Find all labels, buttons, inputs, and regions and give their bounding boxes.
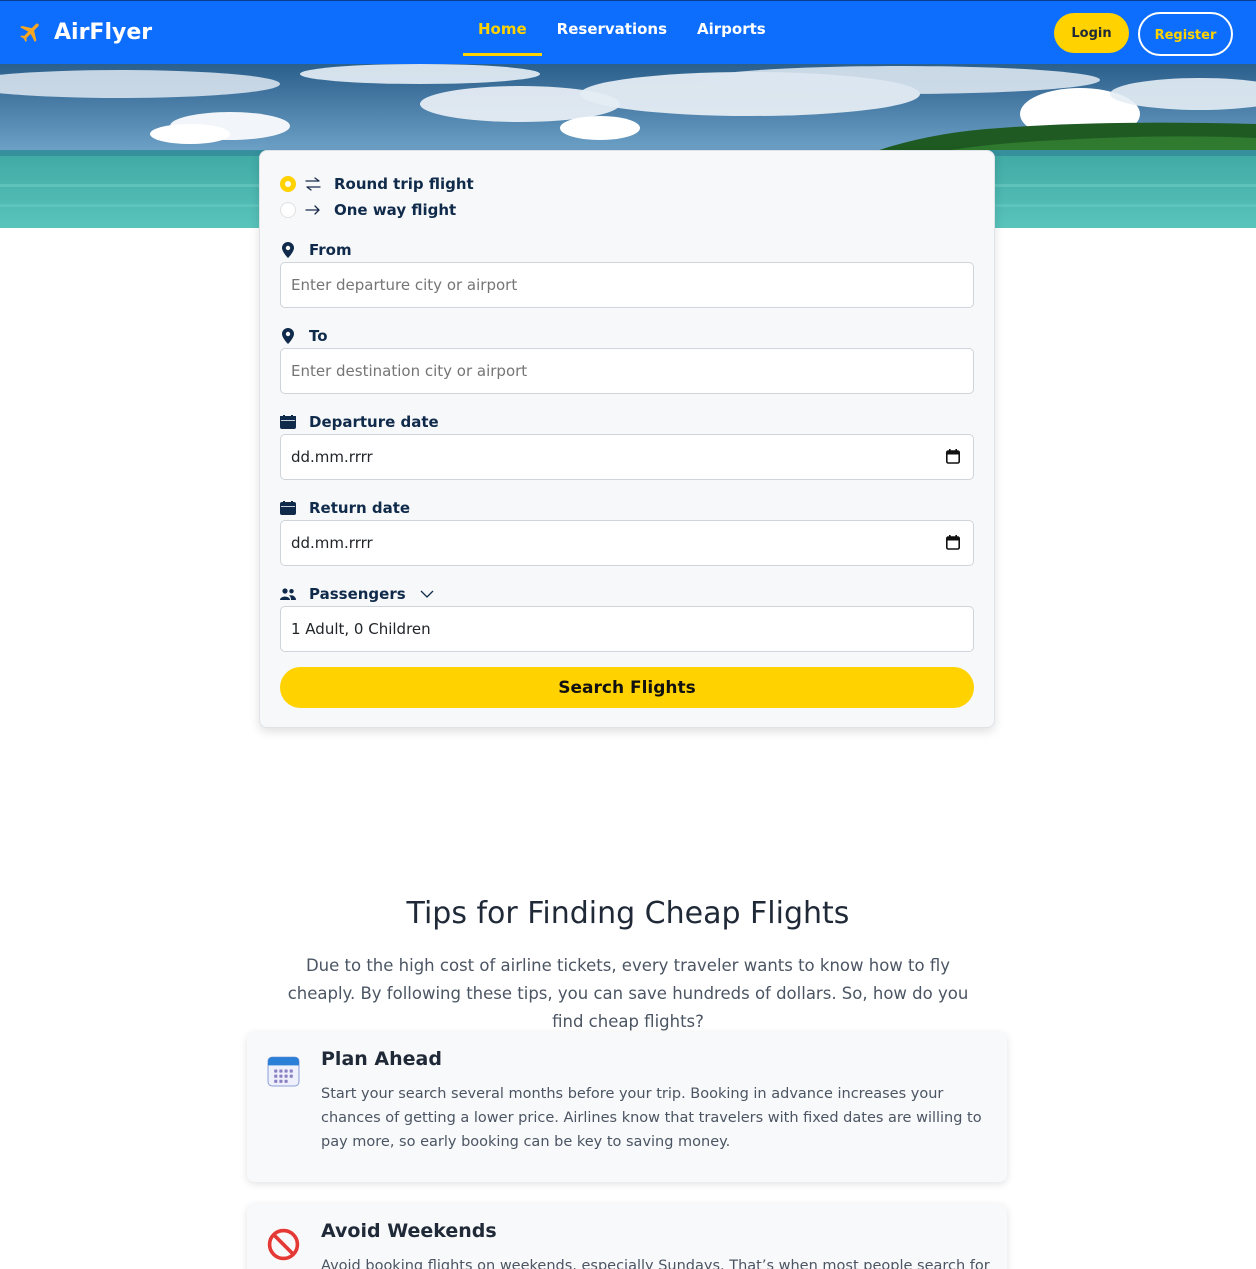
round-trip-radio[interactable]: [280, 176, 296, 192]
to-label: To: [280, 327, 328, 345]
search-flights-button[interactable]: Search Flights: [280, 667, 974, 708]
map-pin-icon: [280, 328, 296, 344]
arrow-right-icon: [305, 205, 320, 215]
departure-date-label-text: Departure date: [309, 413, 439, 431]
from-input[interactable]: [280, 262, 974, 308]
chevron-down-icon: [420, 590, 434, 598]
register-button[interactable]: Register: [1138, 12, 1233, 56]
calendar-icon: [280, 414, 296, 430]
prohibited-icon: [267, 1228, 300, 1261]
to-label-text: To: [309, 327, 328, 345]
map-pin-icon: [280, 242, 296, 258]
nav-reservations-label: Reservations: [556, 20, 668, 38]
navbar: AirFlyer Home Reservations Airports Logi…: [0, 0, 1256, 64]
round-trip-label: Round trip flight: [334, 175, 474, 193]
passengers-input[interactable]: 1 Adult, 0 Children: [280, 606, 974, 652]
brand-logo[interactable]: AirFlyer: [18, 19, 152, 45]
from-label: From: [280, 241, 352, 259]
one-way-radio[interactable]: [280, 202, 296, 218]
users-icon: [280, 586, 296, 602]
airplane-icon: [20, 23, 39, 42]
nav-airports-label: Airports: [697, 20, 766, 38]
nav-airports[interactable]: Airports: [682, 1, 781, 56]
tip-text: Start your search several months before …: [321, 1086, 982, 1150]
tip-title: Plan Ahead: [321, 1048, 442, 1070]
one-way-option[interactable]: One way flight: [280, 201, 456, 219]
nav-home-label: Home: [478, 20, 527, 38]
departure-date-label: Departure date: [280, 413, 439, 431]
departure-date-input[interactable]: dd.mm.rrrr: [280, 434, 974, 480]
tip-card: Avoid Weekends Avoid booking flights on …: [247, 1204, 1007, 1269]
flight-search-form: Round trip flight One way flight From To…: [259, 150, 995, 728]
brand-name: AirFlyer: [54, 19, 153, 45]
swap-arrows-icon: [305, 177, 321, 191]
tips-title: Tips for Finding Cheap Flights: [406, 896, 850, 931]
nav-reservations[interactable]: Reservations: [542, 1, 682, 56]
return-date-label: Return date: [280, 499, 410, 517]
calendar-icon: [267, 1056, 300, 1087]
nav-home[interactable]: Home: [463, 1, 542, 56]
return-date-label-text: Return date: [309, 499, 411, 517]
departure-date-value: dd.mm.rrrr: [291, 448, 373, 466]
tip-text: Avoid booking flights on weekends, espec…: [321, 1258, 990, 1269]
tip-card: Plan Ahead Start your search several mon…: [247, 1032, 1007, 1182]
to-input[interactable]: [280, 348, 974, 394]
return-date-value: dd.mm.rrrr: [291, 534, 373, 552]
passengers-toggle[interactable]: Passengers: [280, 585, 434, 603]
round-trip-option[interactable]: Round trip flight: [280, 175, 474, 193]
tip-title: Avoid Weekends: [321, 1220, 497, 1242]
one-way-label: One way flight: [334, 201, 457, 219]
date-picker-icon[interactable]: [946, 449, 960, 464]
calendar-icon: [280, 500, 296, 516]
from-label-text: From: [309, 241, 352, 259]
login-button[interactable]: Login: [1054, 13, 1129, 53]
date-picker-icon[interactable]: [946, 535, 960, 550]
main-nav: Home Reservations Airports: [463, 1, 781, 65]
tips-intro: Due to the high cost of airline tickets,…: [287, 956, 969, 1031]
return-date-input[interactable]: dd.mm.rrrr: [280, 520, 974, 566]
passengers-value: 1 Adult, 0 Children: [291, 620, 431, 638]
passengers-label-text: Passengers: [309, 585, 406, 603]
